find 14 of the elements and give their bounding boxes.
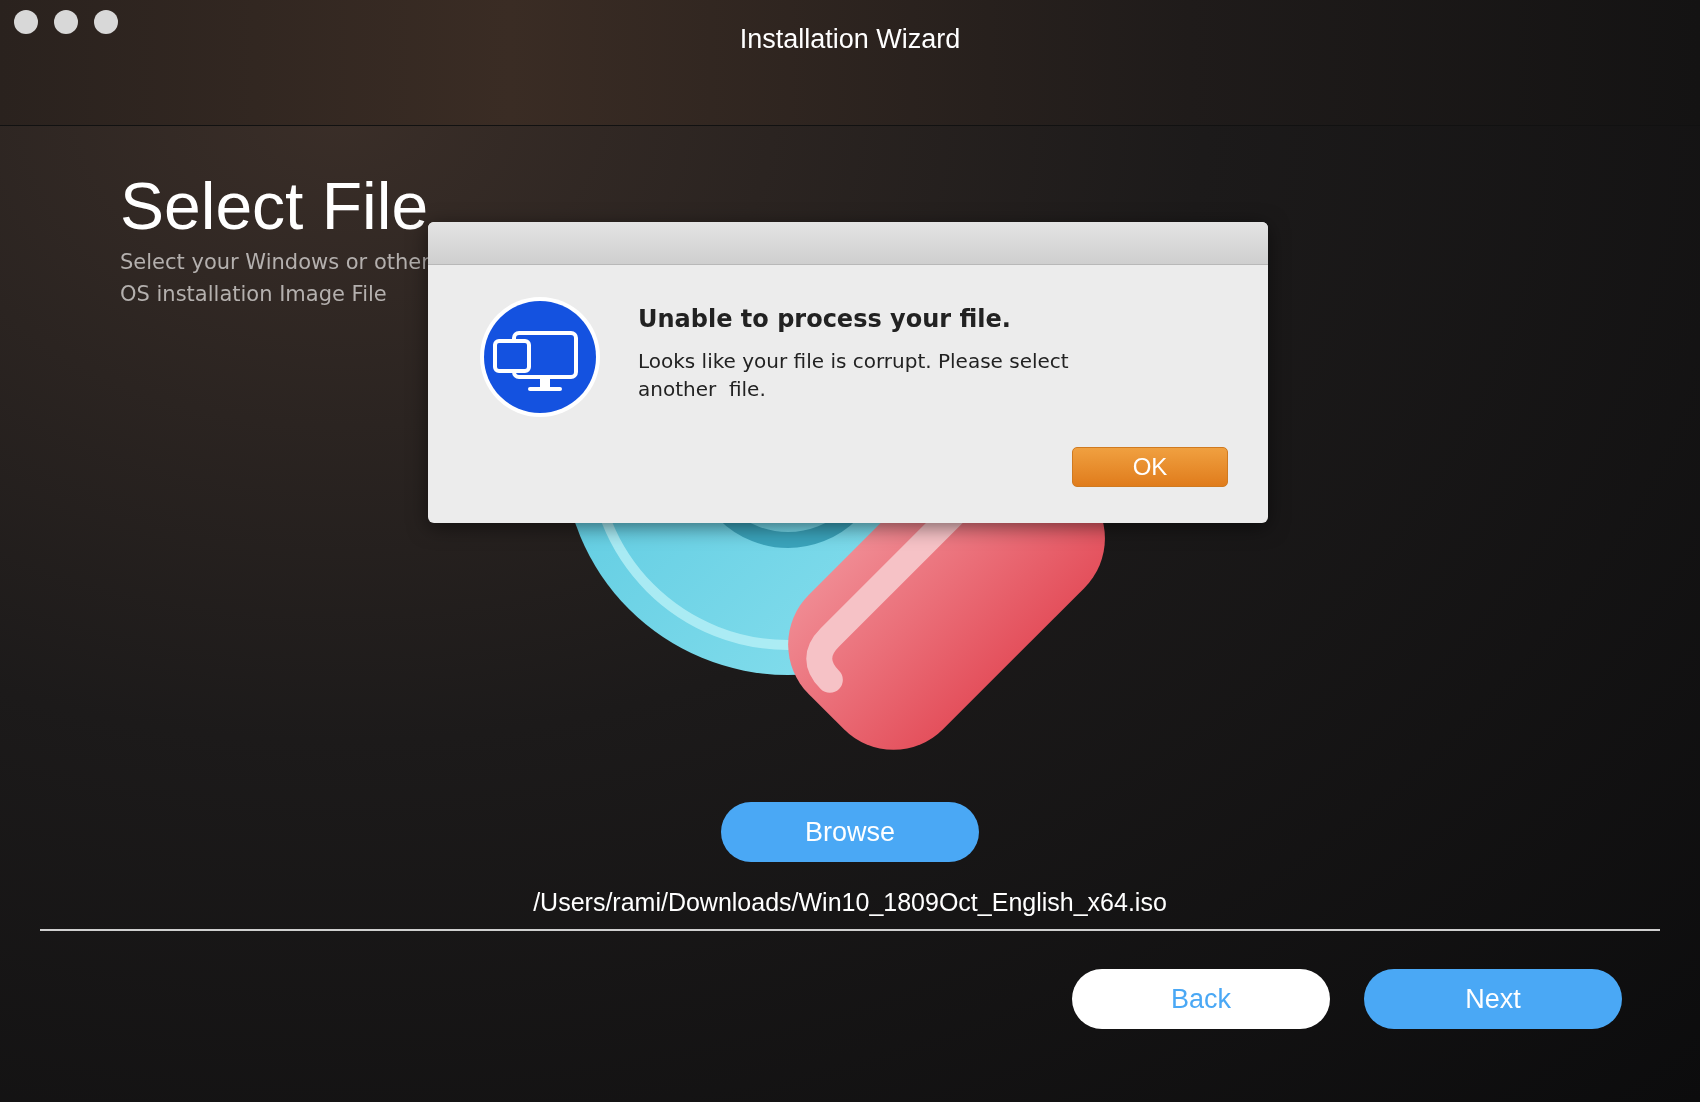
browse-button[interactable]: Browse [721,802,979,862]
minimize-button[interactable] [54,10,78,34]
file-path: /Users/rami/Downloads/Win10_1809Oct_English_x64.iso [533,888,1167,917]
window-title: Installation Wizard [739,24,961,56]
dialog-title: Unable to process your file. [638,305,1012,333]
ok-button[interactable]: OK [1072,447,1228,487]
page-subtitle: Select your Windows or other OS installation Image File [120,249,431,308]
monitor-app-icon [478,295,602,419]
zoom-button[interactable] [94,10,118,34]
dialog-message: Looks like your file is corrupt. Please select another file. [638,348,1070,403]
close-button[interactable] [14,10,38,34]
page-title: Select File [120,168,430,245]
back-button[interactable]: Back [1072,969,1330,1029]
next-button[interactable]: Next [1364,969,1622,1029]
